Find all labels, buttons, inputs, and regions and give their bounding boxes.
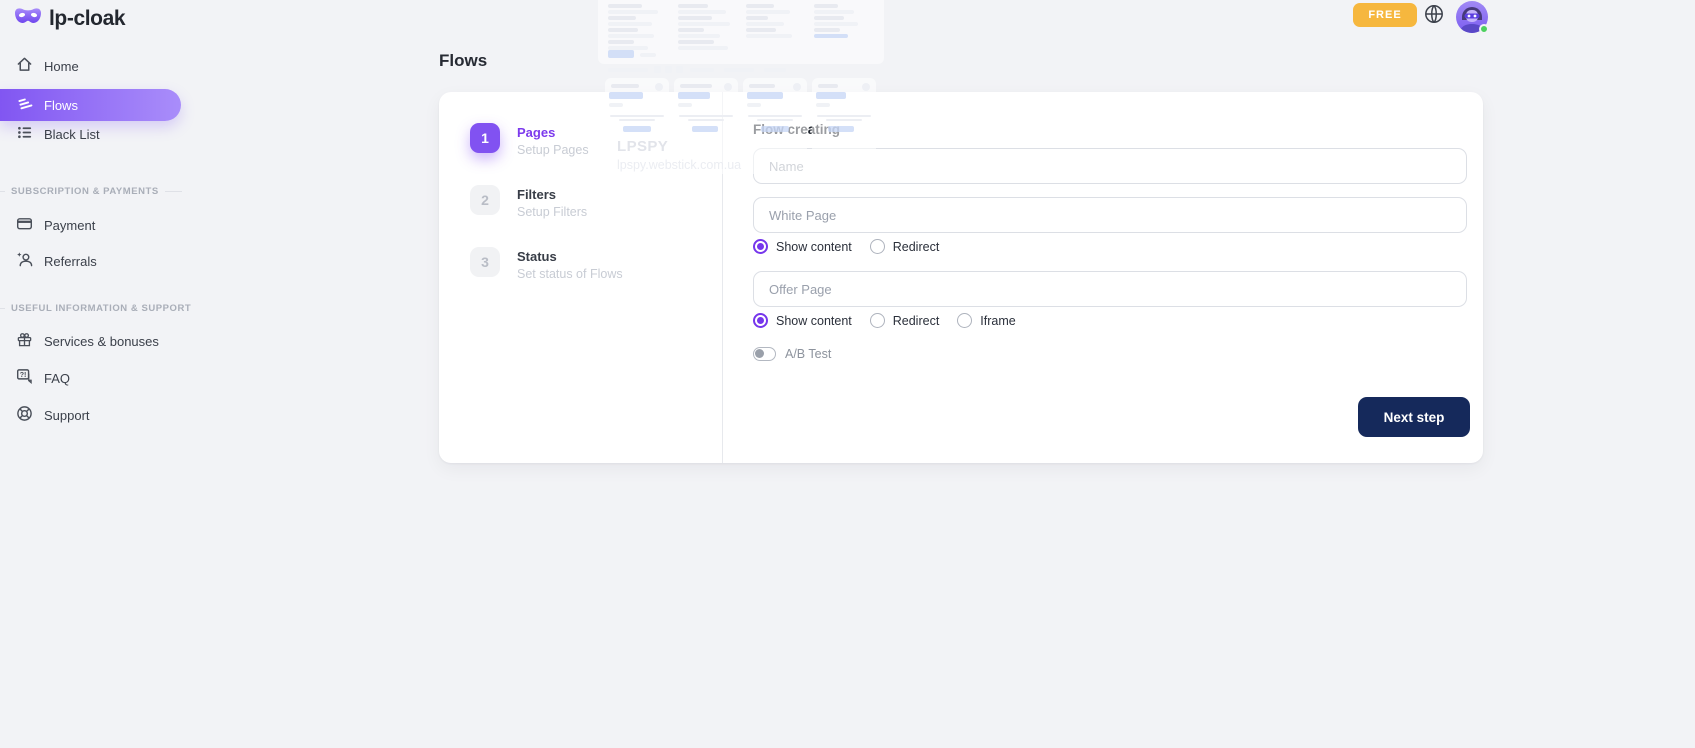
step-subtitle: Set status of Flows [517,267,623,281]
offer-page-mode-group: Show content Redirect Iframe [753,313,1016,328]
next-step-button[interactable]: Next step [1358,397,1470,437]
step-pages[interactable]: 1 Pages Setup Pages [470,123,589,157]
step-title: Pages [517,123,589,140]
white-redirect-option[interactable]: Redirect [870,239,940,254]
flows-icon [16,95,33,115]
radio-checked-icon [753,313,768,328]
sidebar-item-home[interactable]: Home [0,53,200,79]
sidebar-item-label: Black List [44,127,100,142]
offer-page-input[interactable] [753,271,1467,307]
step-number: 3 [470,247,500,277]
app-root: lp-cloak FREE [0,0,1695,748]
ab-test-toggle-row[interactable]: A/B Test [753,347,831,361]
online-status-dot [1479,24,1489,34]
sidebar-item-label: FAQ [44,371,70,386]
step-subtitle: Setup Filters [517,205,587,219]
white-page-input[interactable] [753,197,1467,233]
gift-icon [16,331,33,351]
page-title: Flows [439,51,487,71]
sidebar-item-label: Referrals [44,254,97,269]
ghost-panel [598,0,884,64]
sidebar-section-useful: USEFUL INFORMATION & SUPPORT [0,303,182,314]
step-title: Filters [517,185,587,202]
toggle-knob [755,349,764,358]
list-icon [16,124,33,144]
sidebar-item-support[interactable]: Support [0,402,200,428]
sidebar-section-subscription: SUBSCRIPTION & PAYMENTS [0,186,182,197]
sidebar-item-label: Flows [44,98,78,113]
offer-redirect-option[interactable]: Redirect [870,313,940,328]
sidebar-item-label: Services & bonuses [44,334,159,349]
card-divider [722,92,723,463]
mask-icon [14,6,42,31]
white-show-content-option[interactable]: Show content [753,239,852,254]
sidebar-item-label: Payment [44,218,95,233]
radio-icon [957,313,972,328]
radio-checked-icon [753,239,768,254]
referral-user-icon [16,251,33,271]
brand-logo[interactable]: lp-cloak [14,6,125,31]
step-number: 2 [470,185,500,215]
plan-badge[interactable]: FREE [1353,3,1417,27]
faq-bubble-icon: ?! [16,368,33,388]
flow-name-input[interactable] [753,148,1467,184]
step-title: Status [517,247,623,264]
ab-test-toggle[interactable] [753,347,776,361]
step-filters[interactable]: 2 Filters Setup Filters [470,185,587,219]
svg-text:?!: ?! [20,371,27,379]
sidebar-item-label: Support [44,408,90,423]
brand-name: lp-cloak [49,7,125,31]
home-icon [16,56,33,76]
sidebar-item-services[interactable]: Services & bonuses [0,328,200,354]
sidebar-item-flows[interactable]: Flows [0,89,181,121]
offer-show-content-option[interactable]: Show content [753,313,852,328]
step-subtitle: Setup Pages [517,143,589,157]
lifebuoy-icon [16,405,33,425]
ab-test-label: A/B Test [785,347,831,361]
sidebar-item-label: Home [44,59,79,74]
user-avatar[interactable] [1456,1,1488,33]
radio-icon [870,239,885,254]
white-page-mode-group: Show content Redirect [753,239,939,254]
step-status[interactable]: 3 Status Set status of Flows [470,247,623,281]
sidebar-item-referrals[interactable]: Referrals [0,248,200,274]
sidebar-item-payment[interactable]: Payment [0,212,200,238]
radio-icon [870,313,885,328]
credit-card-icon [16,215,33,235]
globe-icon[interactable] [1424,4,1444,24]
sidebar-item-black-list[interactable]: Black List [0,121,200,147]
sidebar-item-faq[interactable]: ?! FAQ [0,365,200,391]
form-title: Flow creating [753,122,840,137]
offer-iframe-option[interactable]: Iframe [957,313,1015,328]
step-number: 1 [470,123,500,153]
